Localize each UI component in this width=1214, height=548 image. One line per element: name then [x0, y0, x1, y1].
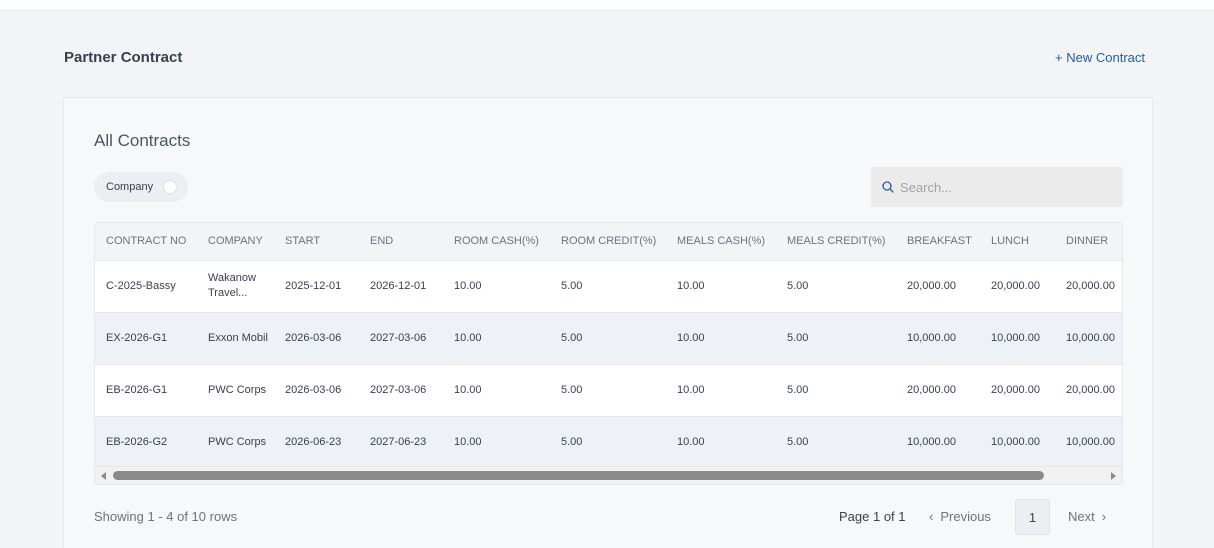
column-header-meals-credit[interactable]: MEALS CREDIT(%)	[776, 223, 896, 261]
column-header-contract-no[interactable]: CONTRACT NO	[95, 223, 197, 261]
cell-room-credit: 5.00	[550, 312, 666, 365]
table-row[interactable]: EX-2026-G1 Exxon Mobil 2026-03-06 2027-0…	[95, 312, 1122, 365]
cell-breakfast: 10,000.00	[896, 312, 980, 365]
cell-room-credit: 5.00	[550, 364, 666, 417]
cell-meals-cash: 10.00	[666, 364, 776, 417]
cell-end: 2027-06-23	[359, 416, 443, 469]
company-filter-toggle[interactable]: Company	[94, 172, 188, 202]
cell-room-credit: 5.00	[550, 260, 666, 313]
cell-end: 2027-03-06	[359, 312, 443, 365]
cell-contract-no: C-2025-Bassy	[95, 260, 197, 313]
page-indicator: Page 1 of 1	[839, 509, 906, 524]
page-number-button[interactable]: 1	[1015, 499, 1050, 535]
cell-contract-no: EB-2026-G2	[95, 416, 197, 469]
cell-dinner: 20,000.00	[1055, 364, 1122, 417]
next-label: Next	[1068, 509, 1095, 524]
cell-dinner: 10,000.00	[1055, 312, 1122, 365]
cell-meals-credit: 5.00	[776, 312, 896, 365]
chevron-left-icon: ‹	[929, 509, 934, 524]
column-header-lunch[interactable]: LUNCH	[980, 223, 1055, 261]
cell-contract-no: EX-2026-G1	[95, 312, 197, 365]
cell-meals-cash: 10.00	[666, 312, 776, 365]
cell-start: 2026-03-06	[274, 364, 359, 417]
search-box[interactable]	[871, 167, 1123, 207]
cell-room-cash: 10.00	[443, 416, 550, 469]
next-button[interactable]: Next ›	[1068, 509, 1106, 524]
company-filter-label: Company	[106, 181, 154, 193]
cell-dinner: 10,000.00	[1055, 416, 1122, 469]
cell-meals-cash: 10.00	[666, 416, 776, 469]
cell-company: Exxon Mobil	[197, 312, 274, 365]
cell-contract-no: EB-2026-G1	[95, 364, 197, 417]
section-title: All Contracts	[94, 131, 191, 150]
table-header-row: CONTRACT NO COMPANY START END ROOM CASH(…	[95, 223, 1122, 261]
contracts-table-container: CONTRACT NO COMPANY START END ROOM CASH(…	[94, 222, 1123, 485]
previous-button[interactable]: ‹ Previous	[929, 509, 991, 524]
column-header-breakfast[interactable]: BREAKFAST	[896, 223, 980, 261]
cell-company: Wakanow Travel...	[197, 260, 274, 313]
toggle-switch[interactable]	[163, 180, 177, 194]
cell-breakfast: 20,000.00	[896, 260, 980, 313]
cell-company: PWC Corps	[197, 364, 274, 417]
chevron-right-icon: ›	[1101, 509, 1107, 524]
new-contract-button[interactable]: + New Contract	[1055, 50, 1145, 65]
cell-meals-credit: 5.00	[776, 364, 896, 417]
cell-room-cash: 10.00	[443, 312, 550, 365]
column-header-room-credit[interactable]: ROOM CREDIT(%)	[550, 223, 666, 261]
search-icon	[882, 181, 894, 193]
column-header-company[interactable]: COMPANY	[197, 223, 274, 261]
previous-label: Previous	[940, 509, 991, 524]
search-input[interactable]	[900, 179, 1110, 195]
table-row[interactable]: C-2025-Bassy Wakanow Travel... 2025-12-0…	[95, 260, 1122, 313]
cell-start: 2026-06-23	[274, 416, 359, 469]
horizontal-scrollbar[interactable]	[95, 466, 1122, 484]
column-header-dinner[interactable]: DINNER	[1055, 223, 1122, 261]
contracts-card: All Contracts Company CONTRACT NO COMPAN…	[63, 97, 1153, 548]
column-header-end[interactable]: END	[359, 223, 443, 261]
cell-room-cash: 10.00	[443, 260, 550, 313]
scrollbar-thumb[interactable]	[113, 471, 1044, 480]
cell-lunch: 10,000.00	[980, 416, 1055, 469]
cell-dinner: 20,000.00	[1055, 260, 1122, 313]
scroll-right-arrow-icon[interactable]	[1111, 472, 1116, 480]
cell-meals-credit: 5.00	[776, 260, 896, 313]
table-row[interactable]: EB-2026-G1 PWC Corps 2026-03-06 2027-03-…	[95, 364, 1122, 417]
cell-company: PWC Corps	[197, 416, 274, 469]
cell-end: 2026-12-01	[359, 260, 443, 313]
cell-lunch: 20,000.00	[980, 260, 1055, 313]
cell-start: 2025-12-01	[274, 260, 359, 313]
cell-start: 2026-03-06	[274, 312, 359, 365]
top-bar	[0, 0, 1214, 11]
cell-meals-credit: 5.00	[776, 416, 896, 469]
cell-room-cash: 10.00	[443, 364, 550, 417]
cell-breakfast: 10,000.00	[896, 416, 980, 469]
scroll-left-arrow-icon[interactable]	[101, 472, 106, 480]
page-title: Partner Contract	[64, 49, 183, 66]
table-row[interactable]: EB-2026-G2 PWC Corps 2026-06-23 2027-06-…	[95, 416, 1122, 469]
column-header-start[interactable]: START	[274, 223, 359, 261]
cell-breakfast: 20,000.00	[896, 364, 980, 417]
cell-lunch: 10,000.00	[980, 312, 1055, 365]
cell-room-credit: 5.00	[550, 416, 666, 469]
contracts-table: CONTRACT NO COMPANY START END ROOM CASH(…	[95, 223, 1122, 469]
cell-end: 2027-03-06	[359, 364, 443, 417]
cell-lunch: 20,000.00	[980, 364, 1055, 417]
rows-summary: Showing 1 - 4 of 10 rows	[94, 509, 238, 524]
cell-meals-cash: 10.00	[666, 260, 776, 313]
column-header-room-cash[interactable]: ROOM CASH(%)	[443, 223, 550, 261]
column-header-meals-cash[interactable]: MEALS CASH(%)	[666, 223, 776, 261]
